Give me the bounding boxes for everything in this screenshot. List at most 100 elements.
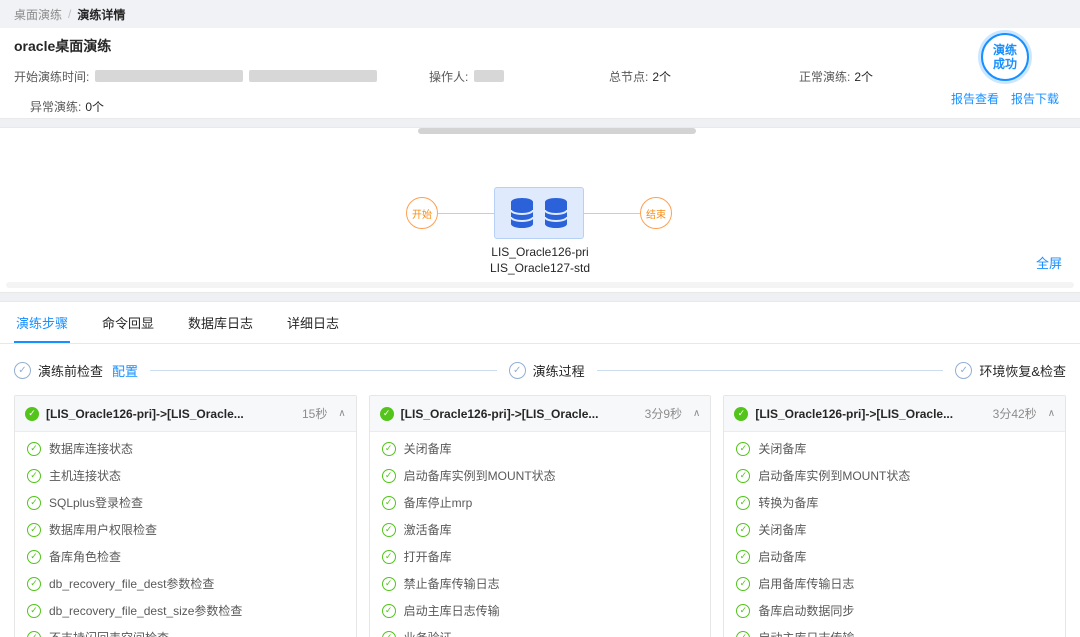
stage-pre-check-label: 演练前检查 (38, 361, 103, 380)
check-icon: ✓ (27, 577, 41, 591)
step-item: ✓ 转换为备库 (724, 489, 1065, 516)
breadcrumb: 桌面演练 / 演练详情 (0, 0, 1080, 28)
stage-process: ✓ 演练过程 (509, 361, 585, 380)
step-item: ✓ 不支持闪回表空间检查 (15, 624, 356, 637)
check-icon: ✓ (736, 550, 750, 564)
normal-drill-field: 正常演练: 2个 (799, 68, 873, 85)
step-item-label: 启动备库 (758, 548, 806, 565)
step-item: ✓ SQLplus登录检查 (15, 489, 356, 516)
page-title: oracle桌面演练 (14, 36, 1066, 56)
drill-result: 演练 成功 报告查看 报告下载 (946, 33, 1064, 107)
stage-env-restore: ✓ 环境恢复&检查 (955, 361, 1066, 380)
tab-detail-log[interactable]: 详细日志 (285, 302, 341, 343)
check-icon: ✓ (736, 442, 750, 456)
fullscreen-link[interactable]: 全屏 (1036, 253, 1062, 272)
start-node[interactable]: 开始 (406, 197, 438, 229)
breadcrumb-separator: / (68, 7, 71, 21)
step-item-label: 启动主库日志传输 (404, 602, 500, 619)
stage-connector (150, 370, 497, 371)
end-node[interactable]: 结束 (640, 197, 672, 229)
step-card-header[interactable]: ✓ [LIS_Oracle126-pri]->[LIS_Oracle... 15… (15, 396, 356, 432)
breadcrumb-parent[interactable]: 桌面演练 (14, 6, 62, 23)
check-icon: ✓ (382, 631, 396, 637)
breadcrumb-current: 演练详情 (77, 6, 125, 23)
node-label-standby: LIS_Oracle127-std (0, 260, 1080, 276)
topology-panel: 开始 结束 LIS_Oracle126-pri LIS_Oracle127-st… (0, 127, 1080, 293)
success-check-icon: ✓ (380, 407, 394, 421)
edge-db-to-end (584, 213, 640, 214)
detail-tabs: 演练步骤 命令回显 数据库日志 详细日志 (0, 302, 1080, 344)
step-item: ✓ 启动备库实例到MOUNT状态 (370, 462, 711, 489)
step-item-label: 打开备库 (404, 548, 452, 565)
stage-process-label: 演练过程 (533, 361, 585, 380)
step-card: ✓ [LIS_Oracle126-pri]->[LIS_Oracle... 15… (14, 395, 357, 637)
check-icon: ✓ (382, 523, 396, 537)
step-item-label: 启动主库日志传输 (758, 629, 854, 637)
report-view-link[interactable]: 报告查看 (951, 90, 999, 107)
check-icon: ✓ (736, 496, 750, 510)
step-item-label: 激活备库 (404, 521, 452, 538)
tab-database-log[interactable]: 数据库日志 (186, 302, 255, 343)
tab-command-echo[interactable]: 命令回显 (100, 302, 156, 343)
step-item: ✓ 启动备库 (724, 543, 1065, 570)
horizontal-scrollbar-thumb[interactable] (418, 128, 696, 134)
step-card-title: [LIS_Oracle126-pri]->[LIS_Oracle... (401, 407, 638, 421)
stage-env-restore-label: 环境恢复&检查 (979, 361, 1066, 380)
database-icon (509, 197, 535, 229)
check-icon: ✓ (736, 469, 750, 483)
step-item: ✓ db_recovery_file_dest参数检查 (15, 570, 356, 597)
step-card-header[interactable]: ✓ [LIS_Oracle126-pri]->[LIS_Oracle... 3分… (370, 396, 711, 432)
abnormal-drill-field: 异常演练: 0个 (14, 96, 1066, 116)
step-card: ✓ [LIS_Oracle126-pri]->[LIS_Oracle... 3分… (369, 395, 712, 637)
success-check-icon: ✓ (734, 407, 748, 421)
step-item: ✓ 启用备库传输日志 (724, 570, 1065, 597)
check-icon: ✓ (27, 631, 41, 637)
collapse-icon[interactable]: ∧ (693, 408, 700, 419)
check-icon: ✓ (382, 442, 396, 456)
stage-pre-check: ✓ 演练前检查 配置 (14, 361, 138, 380)
database-node-labels: LIS_Oracle126-pri LIS_Oracle127-std (0, 244, 1080, 276)
node-label-primary: LIS_Oracle126-pri (0, 244, 1080, 260)
check-icon: ✓ (382, 496, 396, 510)
success-badge-line1: 演练 (993, 43, 1017, 57)
step-item: ✓ 数据库用户权限检查 (15, 516, 356, 543)
step-item: ✓ 启动主库日志传输 (724, 624, 1065, 637)
step-duration: 3分9秒 (645, 405, 682, 422)
drill-detail-panel: 演练步骤 命令回显 数据库日志 详细日志 ✓ 演练前检查 配置 ✓ 演练过程 ✓… (0, 301, 1080, 637)
tab-drill-steps[interactable]: 演练步骤 (14, 302, 70, 343)
check-icon: ✓ (736, 577, 750, 591)
check-icon: ✓ (27, 604, 41, 618)
redacted-end-time (249, 70, 377, 82)
step-item-label: 备库角色检查 (49, 548, 121, 565)
config-link[interactable]: 配置 (112, 361, 138, 380)
stage-connector (597, 370, 944, 371)
horizontal-scrollbar-track[interactable] (6, 282, 1074, 288)
step-item: ✓ db_recovery_file_dest_size参数检查 (15, 597, 356, 624)
check-icon: ✓ (382, 550, 396, 564)
collapse-icon[interactable]: ∧ (1048, 408, 1055, 419)
check-icon: ✓ (382, 604, 396, 618)
step-item-label: 数据库用户权限检查 (49, 521, 157, 538)
report-download-link[interactable]: 报告下载 (1011, 90, 1059, 107)
step-item-label: 备库停止mrp (404, 494, 473, 511)
step-item-label: db_recovery_file_dest_size参数检查 (49, 602, 242, 619)
step-cards: ✓ [LIS_Oracle126-pri]->[LIS_Oracle... 15… (0, 395, 1080, 637)
collapse-icon[interactable]: ∧ (338, 408, 345, 419)
step-item: ✓ 备库启动数据同步 (724, 597, 1065, 624)
step-item-label: 启动备库实例到MOUNT状态 (404, 467, 556, 484)
abnormal-drill-label: 异常演练: (30, 98, 81, 115)
step-card-title: [LIS_Oracle126-pri]->[LIS_Oracle... (755, 407, 985, 421)
redacted-start-time (95, 70, 243, 82)
check-icon: ✓ (27, 469, 41, 483)
success-check-icon: ✓ (25, 407, 39, 421)
step-card: ✓ [LIS_Oracle126-pri]->[LIS_Oracle... 3分… (723, 395, 1066, 637)
step-card-header[interactable]: ✓ [LIS_Oracle126-pri]->[LIS_Oracle... 3分… (724, 396, 1065, 432)
success-badge: 演练 成功 (981, 33, 1029, 81)
step-item-list: ✓ 关闭备库 ✓ 启动备库实例到MOUNT状态 ✓ 备库停止mrp ✓ 激活备库 (370, 432, 711, 637)
database-node-group[interactable] (494, 187, 584, 239)
step-item: ✓ 关闭备库 (724, 516, 1065, 543)
step-item: ✓ 启动主库日志传输 (370, 597, 711, 624)
edge-start-to-db (438, 213, 494, 214)
check-icon: ✓ (27, 496, 41, 510)
check-icon: ✓ (27, 523, 41, 537)
